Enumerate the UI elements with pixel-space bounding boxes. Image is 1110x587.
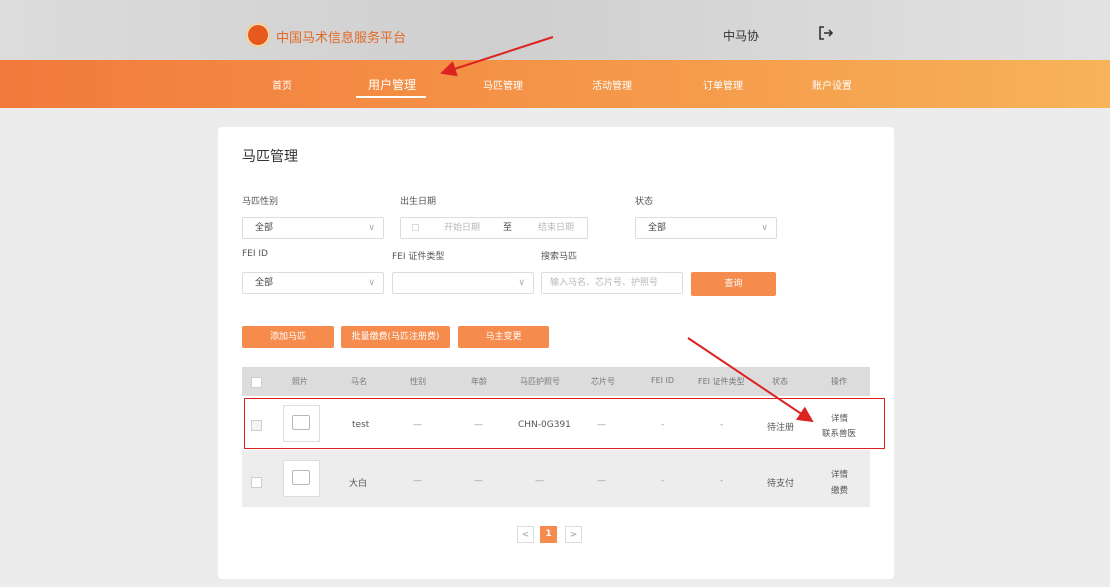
arrow-to-nav-item bbox=[440, 36, 554, 77]
annotation-arrows bbox=[440, 36, 814, 423]
arrow-to-actions bbox=[687, 337, 814, 423]
